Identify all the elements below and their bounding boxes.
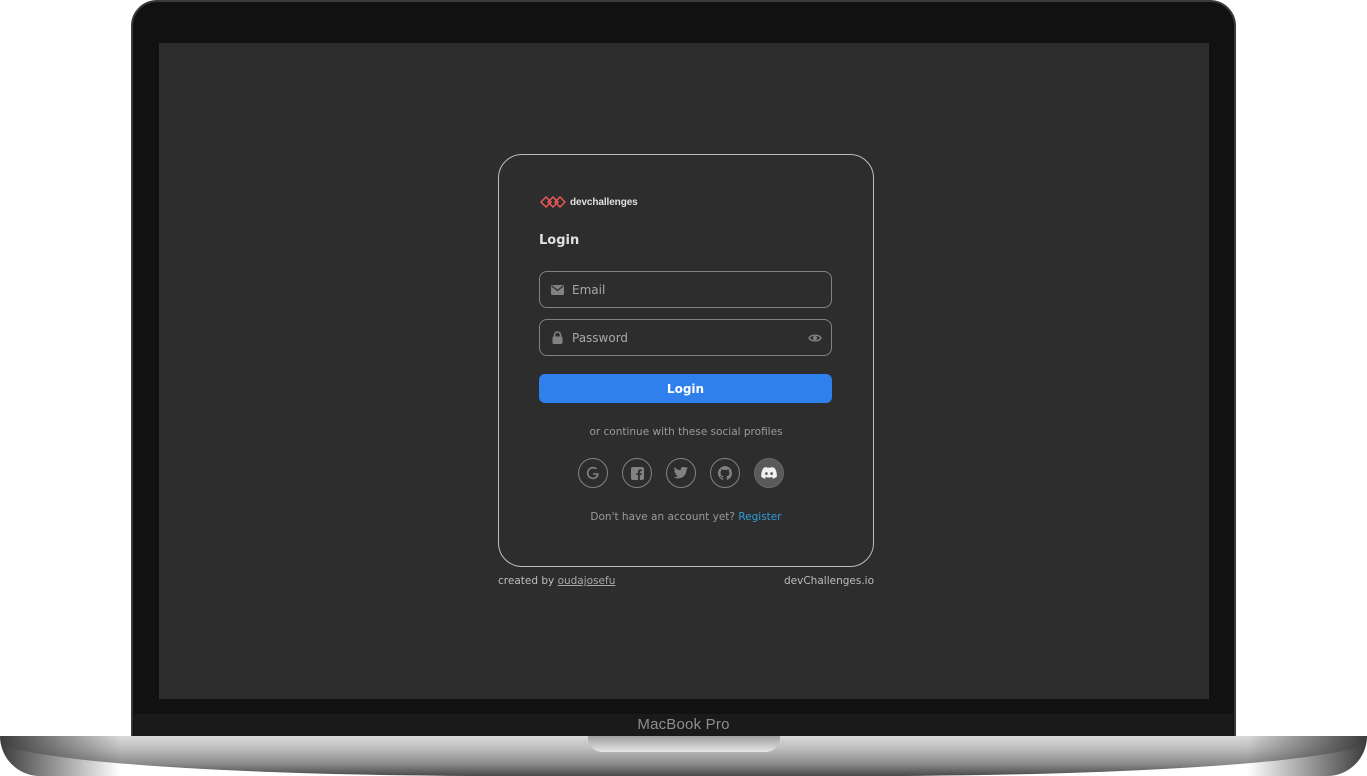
email-field[interactable] xyxy=(539,271,832,308)
social-buttons xyxy=(578,458,784,488)
brand-name: devchallenges xyxy=(570,196,638,208)
email-input[interactable] xyxy=(572,272,831,307)
laptop-base-edge-right xyxy=(1247,736,1367,776)
discord-login-button[interactable] xyxy=(754,458,784,488)
footer-credit-prefix: created by xyxy=(498,575,555,587)
footer: created by oudajosefu devChallenges.io xyxy=(498,575,874,587)
register-link[interactable]: Register xyxy=(738,511,781,523)
twitter-login-button[interactable] xyxy=(666,458,696,488)
facebook-icon xyxy=(630,466,644,480)
github-login-button[interactable] xyxy=(710,458,740,488)
twitter-icon xyxy=(674,467,688,479)
devchallenges-logo-icon xyxy=(539,195,567,209)
discord-icon xyxy=(761,467,777,479)
password-input[interactable] xyxy=(572,320,807,355)
envelope-icon xyxy=(550,283,564,297)
social-divider-text: or continue with these social profiles xyxy=(589,426,783,438)
laptop-screen: devchallenges Login Email Login or conti… xyxy=(159,43,1209,699)
page-title: Login xyxy=(539,233,580,248)
footer-credit: created by oudajosefu xyxy=(498,575,615,587)
facebook-login-button[interactable] xyxy=(622,458,652,488)
brand-logo: devchallenges xyxy=(539,195,638,209)
password-field[interactable] xyxy=(539,319,832,356)
author-link[interactable]: oudajosefu xyxy=(558,575,616,587)
footer-site: devChallenges.io xyxy=(784,575,874,587)
device-label: MacBook Pro xyxy=(637,716,730,733)
github-icon xyxy=(718,466,732,480)
lock-icon xyxy=(550,331,564,345)
laptop-base-notch xyxy=(588,736,780,752)
login-card: devchallenges Login Email Login or conti… xyxy=(498,154,874,567)
laptop-mockup: MacBook Pro devchallenges Login Email Lo… xyxy=(0,0,1367,776)
laptop-base-edge-left xyxy=(0,736,120,776)
register-prompt-text: Don't have an account yet? xyxy=(590,511,735,523)
google-login-button[interactable] xyxy=(578,458,608,488)
google-icon xyxy=(586,466,599,480)
eye-icon[interactable] xyxy=(807,330,823,346)
register-prompt: Don't have an account yet? Register xyxy=(499,511,873,523)
login-button[interactable]: Login xyxy=(539,374,832,403)
